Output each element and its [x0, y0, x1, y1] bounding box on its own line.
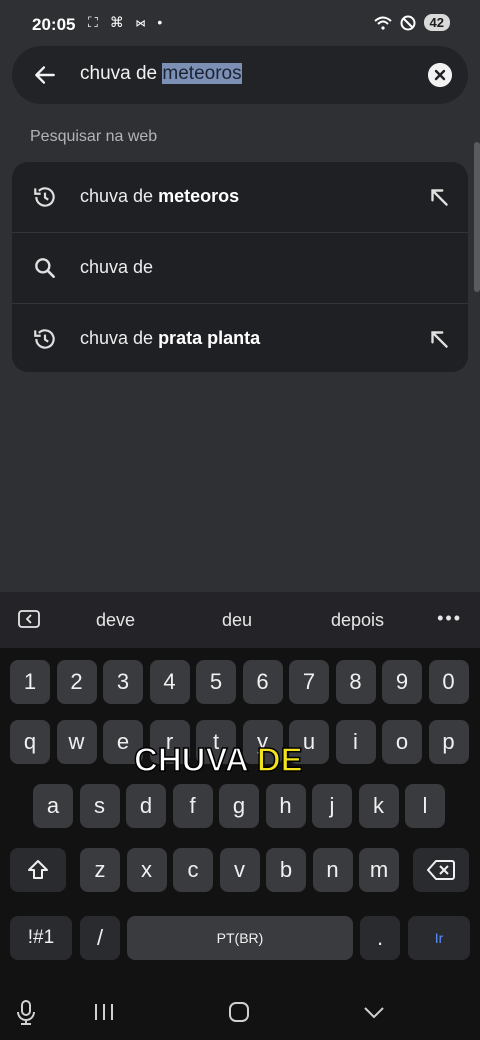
key-8[interactable]: 8: [335, 660, 376, 704]
search-icon: [35, 258, 55, 278]
key-s[interactable]: s: [79, 784, 120, 828]
keyboard: deve deu depois ••• 1234567890 qwertyuio…: [0, 592, 480, 1040]
key-p[interactable]: p: [428, 720, 469, 764]
key-m[interactable]: m: [359, 848, 399, 892]
prediction-bar: deve deu depois •••: [0, 592, 480, 648]
key-v[interactable]: v: [219, 848, 260, 892]
key-n[interactable]: n: [312, 848, 353, 892]
navigation-bar: [0, 984, 480, 1040]
hide-keyboard-icon[interactable]: [360, 998, 388, 1026]
key-o[interactable]: o: [382, 720, 422, 764]
back-arrow-icon[interactable]: [32, 62, 58, 88]
key-2[interactable]: 2: [56, 660, 97, 704]
key-7[interactable]: 7: [289, 660, 329, 704]
wifi-icon: [373, 16, 392, 30]
status-notification-icons: ⛶ ⌘ ⋈ •: [88, 14, 167, 30]
caption-highlight: DE: [256, 740, 303, 779]
suggestion-text: chuva de meteoros: [80, 186, 239, 207]
suggestion-item[interactable]: chuva de: [12, 233, 468, 304]
key-0[interactable]: 0: [428, 660, 469, 704]
suggestion-text: chuva de prata planta: [80, 328, 260, 349]
caption-overlay: CHUVA DE: [133, 740, 303, 779]
key-k[interactable]: k: [358, 784, 399, 828]
do-not-disturb-icon: [400, 15, 416, 30]
status-right: 42: [373, 14, 450, 31]
key-3[interactable]: 3: [103, 660, 143, 704]
status-time: 20:05: [32, 15, 76, 34]
microphone-icon[interactable]: [12, 998, 40, 1026]
key-w[interactable]: w: [56, 720, 97, 764]
history-icon: [34, 329, 55, 349]
status-bar: 20:05 ⛶ ⌘ ⋈ • 42: [0, 0, 480, 48]
search-bar[interactable]: chuva de meteoros: [12, 46, 468, 104]
suggestion-list: chuva de meteoros chuva de chuva de prat…: [12, 162, 468, 372]
history-icon: [34, 187, 55, 207]
recent-apps-icon[interactable]: [90, 998, 118, 1026]
key-g[interactable]: g: [219, 784, 259, 828]
key-a[interactable]: a: [33, 784, 73, 828]
key-9[interactable]: 9: [382, 660, 422, 704]
slash-key[interactable]: /: [80, 916, 120, 960]
space-key[interactable]: PT(BR): [127, 916, 353, 960]
key-h[interactable]: h: [265, 784, 306, 828]
key-i[interactable]: i: [335, 720, 376, 764]
key-c[interactable]: c: [173, 848, 213, 892]
key-d[interactable]: d: [126, 784, 166, 828]
battery-indicator: 42: [423, 14, 450, 31]
key-q[interactable]: q: [10, 720, 50, 764]
clear-icon[interactable]: [428, 63, 452, 87]
key-1[interactable]: 1: [10, 660, 50, 704]
keyboard-toggle-icon[interactable]: [18, 610, 40, 628]
key-j[interactable]: j: [312, 784, 352, 828]
backspace-icon: [427, 860, 455, 880]
suggestion-prefix: chuva de: [80, 328, 159, 348]
symbols-key[interactable]: !#1: [10, 916, 72, 960]
key-f[interactable]: f: [172, 784, 213, 828]
suggestion-text: chuva de: [80, 257, 153, 278]
backspace-key[interactable]: [413, 848, 469, 892]
scrollbar[interactable]: [474, 142, 480, 292]
suggestion-completion: meteoros: [158, 186, 240, 206]
suggestion-item[interactable]: chuva de meteoros: [12, 162, 468, 233]
suggestion-completion: prata planta: [158, 328, 261, 348]
fill-query-arrow-icon[interactable]: [426, 184, 452, 210]
search-input[interactable]: chuva de meteoros: [80, 63, 242, 85]
prediction-item[interactable]: deu: [222, 610, 252, 631]
fill-query-arrow-icon[interactable]: [426, 326, 452, 352]
shift-icon: [28, 860, 48, 879]
key-5[interactable]: 5: [196, 660, 236, 704]
suggestion-prefix: chuva de: [80, 186, 159, 206]
key-b[interactable]: b: [266, 848, 306, 892]
period-key[interactable]: .: [360, 916, 400, 960]
go-key[interactable]: Ir: [408, 916, 470, 960]
section-label: Pesquisar na web: [30, 128, 158, 145]
suggestion-prefix: chuva de: [80, 257, 154, 277]
home-icon[interactable]: [225, 998, 253, 1026]
key-z[interactable]: z: [80, 848, 120, 892]
shift-key[interactable]: [10, 848, 66, 892]
more-options-icon[interactable]: •••: [437, 608, 462, 629]
query-selected-text: meteoros: [162, 63, 242, 84]
caption-white: CHUVA: [133, 740, 257, 779]
prediction-item[interactable]: deve: [96, 610, 135, 631]
key-l[interactable]: l: [405, 784, 445, 828]
prediction-item[interactable]: depois: [331, 610, 384, 631]
key-4[interactable]: 4: [149, 660, 190, 704]
query-text: chuva de: [80, 63, 163, 84]
key-6[interactable]: 6: [242, 660, 283, 704]
suggestion-item[interactable]: chuva de prata planta: [12, 304, 468, 372]
key-x[interactable]: x: [126, 848, 167, 892]
